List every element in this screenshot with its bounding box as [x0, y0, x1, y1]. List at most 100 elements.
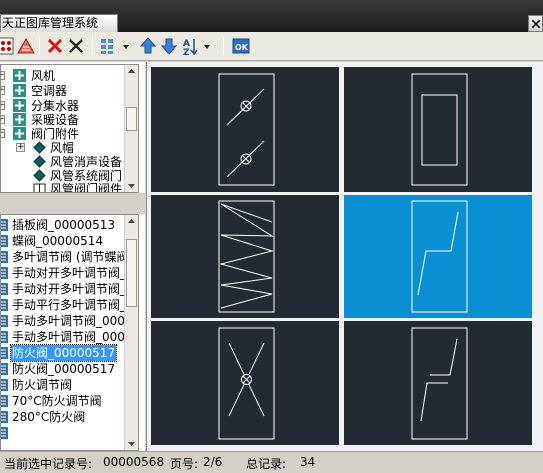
list-item[interactable]: 多叶调节阀 (调节蝶阀 [1, 249, 129, 265]
cancel-icon [69, 39, 83, 53]
list-item-label: 防火调节阀 [12, 378, 73, 392]
list-item[interactable]: 蝶阀_00000514 [1, 233, 129, 249]
category-icon [13, 99, 26, 112]
list-item[interactable]: 防火调节阀 [1, 377, 129, 393]
category-icon [33, 155, 46, 168]
symbol-list[interactable]: 插板阀_00000513 蝶阀_00000514 多叶调节阀 (调节蝶阀 手动对开多叶… [0, 214, 139, 451]
gallery-cell-butterfly-valves[interactable] [151, 67, 339, 192]
symbol-icon [1, 347, 8, 359]
category-icon [33, 141, 46, 154]
symbol-icon [1, 267, 8, 279]
list-item[interactable]: 手动对开多叶调节阀_ [1, 265, 129, 281]
list-item[interactable]: 70°C防火调节阀 [1, 393, 129, 409]
list-scrollbar[interactable] [124, 215, 138, 450]
fire-damper-alt-icon [411, 327, 468, 440]
left-panel: + 风机 + 空调器 + 分集水器 + 采暖设备 − 阀门附件 + 风帽 [0, 62, 145, 451]
list-item-label: 280°C防火阀 [12, 410, 86, 424]
title-bar: 天正图库管理系统 [0, 0, 543, 32]
window-title: 天正图库管理系统 [0, 14, 118, 32]
current-record-value: 00000568 [103, 455, 165, 469]
gallery-cell-cross-damper[interactable] [151, 321, 339, 445]
list-item[interactable]: 手动对开多叶调节阀_ [1, 281, 129, 297]
view-mode-button[interactable] [99, 36, 133, 56]
symbol-icon [1, 219, 8, 231]
scroll-up-icon[interactable] [125, 215, 138, 228]
ok-button[interactable]: OK [231, 36, 251, 56]
list-item[interactable]: 手动多叶调节阀_0000 [1, 329, 133, 345]
tree-scrollbar[interactable] [124, 65, 138, 192]
list-item-label: 手动对开多叶调节阀_ [12, 266, 127, 280]
category-icon [13, 127, 26, 140]
list-item[interactable]: 插板阀_00000513 [1, 217, 129, 233]
symbol-icon [1, 363, 8, 375]
gallery-cell-fire-damper[interactable] [344, 321, 532, 445]
gallery-cell-rect-duct[interactable] [344, 67, 532, 192]
category-icon [13, 69, 26, 82]
double-damper-icon [218, 73, 275, 186]
view-mode-icon [101, 39, 129, 54]
total-records-value: 34 [300, 455, 316, 469]
list-item[interactable] [1, 425, 129, 441]
category-tree[interactable]: + 风机 + 空调器 + 分集水器 + 采暖设备 − 阀门附件 + 风帽 [0, 64, 139, 193]
symbol-gallery [146, 62, 543, 451]
list-item-label: 手动多叶调节阀_0000 [12, 314, 133, 328]
symbol-icon [1, 315, 8, 327]
status-bar: 当前选中记录号: 00000568 页号: 2/6 总记录: 34 [0, 451, 543, 473]
ok-icon: OK [232, 38, 250, 54]
cross-damper-icon [218, 327, 275, 440]
symbol-icon [1, 283, 8, 295]
scroll-down-icon[interactable] [125, 179, 138, 192]
list-item-label: 防火阀_00000517 [9, 344, 118, 362]
symbol-icon [1, 411, 8, 423]
category-icon [33, 169, 46, 182]
scroll-up-icon[interactable] [125, 65, 138, 78]
category-icon [13, 84, 26, 97]
pane-splitter[interactable] [0, 193, 145, 214]
symbol-icon [1, 379, 8, 391]
gallery-cell-fire-damper-selected[interactable] [344, 195, 532, 318]
symbol-icon [1, 251, 8, 263]
list-item-label: 蝶阀_00000514 [12, 234, 104, 248]
open-book-icon [33, 183, 46, 192]
list-item-label: 手动多叶调节阀_0000 [12, 330, 133, 344]
symbol-icon [1, 395, 8, 407]
symbol-icon [1, 235, 8, 247]
multi-blade-damper-icon [218, 200, 275, 313]
symbol-icon [1, 299, 8, 311]
cancel-button[interactable] [66, 36, 86, 56]
category-icon [13, 113, 26, 126]
gallery-cell-multi-blade[interactable] [151, 195, 339, 318]
symbol-icon [1, 331, 8, 343]
list-item-label: 70°C防火调节阀 [12, 394, 102, 408]
list-item[interactable]: 防火阀_00000517 [1, 361, 129, 377]
open-library-icon [17, 37, 35, 54]
svg-text:Z: Z [183, 48, 190, 56]
list-scroll-thumb[interactable] [126, 239, 137, 307]
svg-text:OK: OK [235, 43, 249, 52]
list-item[interactable]: 手动多叶调节阀_0000 [1, 313, 133, 329]
move-down-button[interactable] [159, 36, 179, 56]
open-library-button[interactable] [16, 36, 36, 56]
symbol-icon [1, 427, 8, 439]
close-icon [532, 20, 540, 28]
list-item[interactable]: 手动平行多叶调节阀_ [1, 297, 129, 313]
page-label: 页号: [170, 457, 199, 471]
list-item[interactable]: 防火阀_00000517 [1, 344, 129, 362]
current-record-label: 当前选中记录号: [4, 457, 93, 471]
fire-damper-icon [411, 200, 468, 313]
page-value: 2/6 [203, 455, 223, 469]
close-button[interactable] [528, 15, 543, 32]
scroll-down-icon[interactable] [125, 437, 138, 450]
list-item-label: 插板阀_00000513 [12, 218, 116, 232]
list-item[interactable]: 280°C防火阀 [1, 409, 129, 425]
list-item-label: 手动平行多叶调节阀_ [12, 298, 127, 312]
move-up-icon [139, 37, 157, 54]
tree-scroll-thumb[interactable] [126, 107, 137, 131]
sort-icon: A Z [183, 39, 210, 56]
list-item-label: 防火阀_00000517 [12, 362, 116, 376]
move-up-button[interactable] [138, 36, 158, 56]
toolbar: A Z OK [0, 32, 543, 61]
delete-button[interactable] [45, 36, 65, 56]
delete-icon [47, 38, 63, 54]
sort-button[interactable]: A Z [181, 36, 215, 56]
